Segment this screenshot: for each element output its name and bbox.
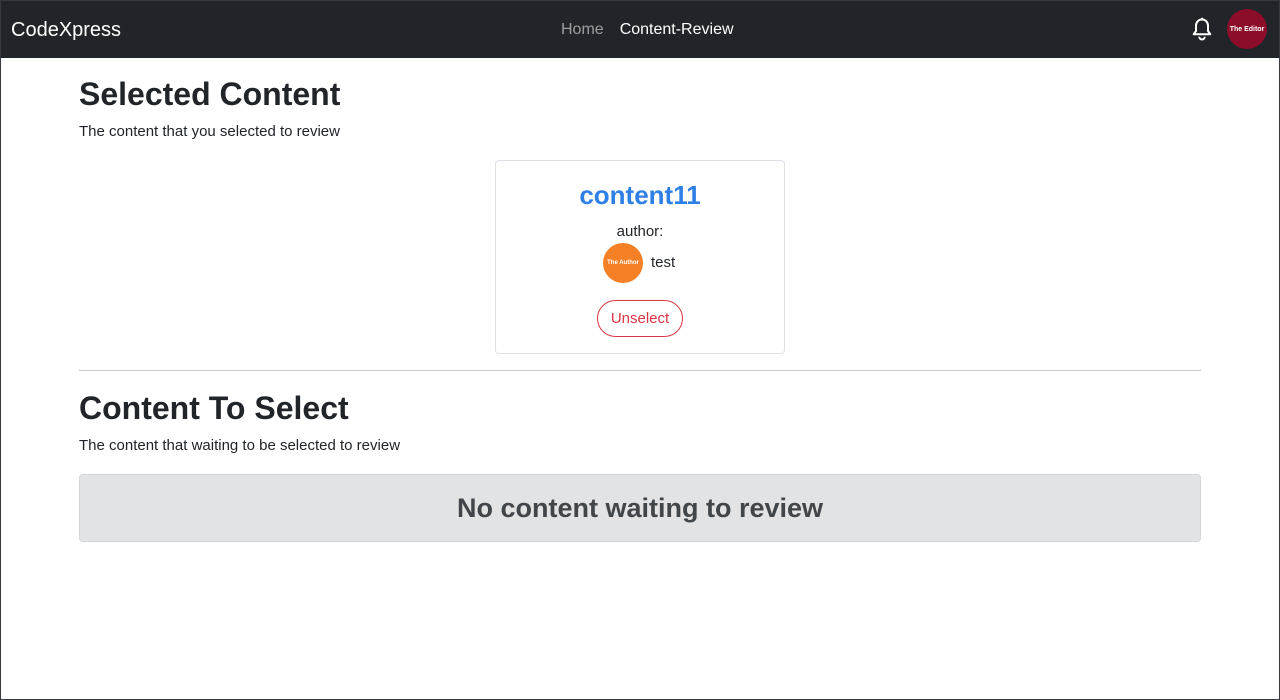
selected-content-heading: Selected Content bbox=[79, 76, 341, 112]
empty-state-alert: No content waiting to review bbox=[79, 474, 1201, 542]
content-title-link[interactable]: content11 bbox=[0, 179, 1280, 211]
nav-link-home[interactable]: Home bbox=[561, 20, 604, 40]
user-avatar[interactable]: The Editor bbox=[1227, 9, 1267, 49]
nav-links: Home Content-Review bbox=[561, 20, 734, 40]
author-info: The Author test bbox=[603, 243, 675, 283]
selected-content-subtitle: The content that you selected to review bbox=[79, 123, 340, 140]
content-to-select-heading: Content To Select bbox=[79, 390, 349, 426]
content-to-select-subtitle: The content that waiting to be selected … bbox=[79, 437, 401, 454]
top-navbar: CodeXpress Home Content-Review The Edito… bbox=[0, 0, 1280, 58]
author-avatar-text: The Author bbox=[607, 260, 639, 266]
bell-icon[interactable] bbox=[1191, 17, 1213, 41]
section-divider bbox=[79, 370, 1201, 371]
author-label: author: bbox=[616, 223, 664, 240]
unselect-button[interactable]: Unselect bbox=[597, 300, 683, 337]
user-avatar-text: The Editor bbox=[1229, 25, 1265, 33]
author-avatar: The Author bbox=[603, 243, 643, 283]
author-name: test bbox=[651, 254, 676, 271]
empty-state-message: No content waiting to review bbox=[456, 493, 824, 523]
brand-logo-link[interactable]: CodeXpress bbox=[11, 18, 121, 42]
nav-link-content-review[interactable]: Content-Review bbox=[620, 20, 734, 40]
